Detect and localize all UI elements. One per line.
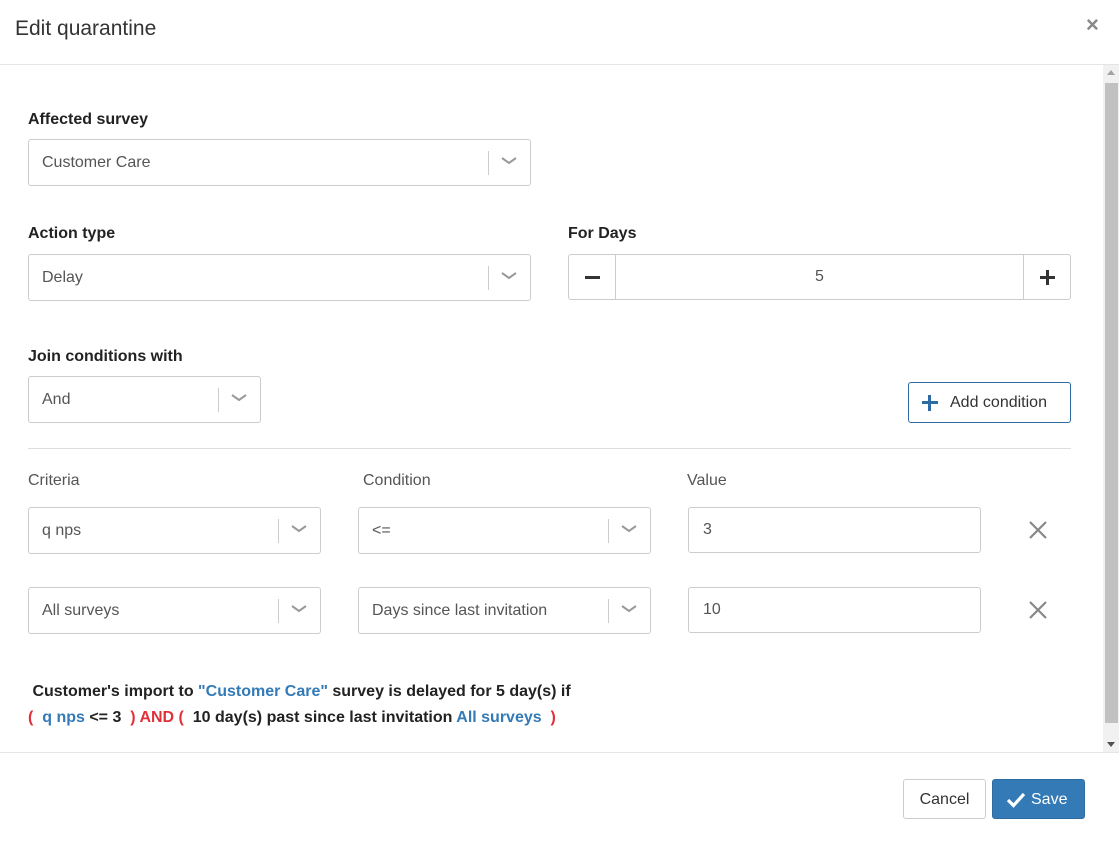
value-input[interactable]: 10 xyxy=(688,587,981,633)
scrollbar[interactable] xyxy=(1103,65,1119,752)
add-condition-button[interactable]: Add condition xyxy=(908,382,1071,423)
select-separator xyxy=(488,151,489,175)
value-column-header: Value xyxy=(687,472,727,489)
condition-value: Days since last invitation xyxy=(372,602,548,619)
decrement-button[interactable] xyxy=(569,255,616,299)
select-separator xyxy=(278,519,279,543)
cancel-button[interactable]: Cancel xyxy=(903,779,986,819)
join-conditions-select[interactable]: And xyxy=(28,376,261,423)
check-icon xyxy=(1006,792,1026,808)
join-conditions-value: And xyxy=(42,391,71,408)
criteria-select[interactable]: q nps xyxy=(28,507,321,554)
affected-survey-select[interactable]: Customer Care xyxy=(28,139,531,186)
dialog-header: Edit quarantine × xyxy=(0,0,1119,65)
summary-paren: ( xyxy=(28,709,43,726)
criteria-value: q nps xyxy=(42,522,82,539)
value-input-text: 3 xyxy=(703,521,712,538)
summary-text: 10 day(s) past since last invitation xyxy=(192,709,457,726)
action-type-value: Delay xyxy=(42,269,83,286)
select-separator xyxy=(608,519,609,543)
chevron-down-icon xyxy=(621,525,637,533)
divider xyxy=(28,448,1071,449)
summary-survey-name: "Customer Care" xyxy=(198,683,328,700)
chevron-down-icon xyxy=(501,272,517,280)
select-separator xyxy=(608,599,609,623)
plus-icon xyxy=(922,395,938,411)
dialog-title: Edit quarantine xyxy=(15,17,157,40)
for-days-label: For Days xyxy=(568,225,637,242)
criteria-value: All surveys xyxy=(42,602,120,619)
condition-select[interactable]: Days since last invitation xyxy=(358,587,651,634)
for-days-value[interactable]: 5 xyxy=(616,268,1023,286)
value-input-text: 10 xyxy=(703,601,721,618)
affected-survey-label: Affected survey xyxy=(28,111,149,128)
condition-value: <= xyxy=(372,522,391,539)
select-separator xyxy=(278,599,279,623)
summary-text: survey is delayed for 5 day(s) if xyxy=(327,683,571,700)
chevron-down-icon xyxy=(501,157,517,165)
summary-surveys: All surveys xyxy=(456,709,542,726)
summary-criteria: q nps xyxy=(42,709,85,726)
add-condition-label: Add condition xyxy=(950,394,1047,411)
value-input[interactable]: 3 xyxy=(688,507,981,553)
summary-and: ) AND ( xyxy=(125,709,193,726)
chevron-down-icon xyxy=(291,605,307,613)
summary-condition: <= 3 xyxy=(84,709,126,726)
chevron-down-icon xyxy=(231,394,247,402)
condition-column-header: Condition xyxy=(363,472,431,489)
action-type-label: Action type xyxy=(28,225,116,242)
action-type-select[interactable]: Delay xyxy=(28,254,531,301)
select-separator xyxy=(488,266,489,290)
cancel-label: Cancel xyxy=(919,791,970,808)
chevron-down-icon xyxy=(291,525,307,533)
summary-paren: ) xyxy=(541,709,556,726)
increment-button[interactable] xyxy=(1023,255,1070,299)
close-icon[interactable]: × xyxy=(1086,14,1099,36)
for-days-stepper: 5 xyxy=(568,254,1071,300)
scroll-thumb[interactable] xyxy=(1105,83,1118,723)
chevron-down-icon xyxy=(621,605,637,613)
remove-condition-icon[interactable] xyxy=(1028,520,1048,540)
join-conditions-label: Join conditions with xyxy=(28,348,183,365)
scroll-down-arrow-icon[interactable] xyxy=(1107,742,1115,747)
affected-survey-value: Customer Care xyxy=(42,154,151,171)
save-button[interactable]: Save xyxy=(992,779,1085,819)
scroll-up-arrow-icon[interactable] xyxy=(1107,70,1115,75)
condition-select[interactable]: <= xyxy=(358,507,651,554)
criteria-select[interactable]: All surveys xyxy=(28,587,321,634)
save-label: Save xyxy=(1031,791,1068,808)
criteria-column-header: Criteria xyxy=(28,472,80,489)
summary-line-1: Customer's import to "Customer Care" sur… xyxy=(28,683,571,701)
summary-line-2: ( q nps <= 3 ) AND ( 10 day(s) past sinc… xyxy=(28,709,556,727)
select-separator xyxy=(218,388,219,412)
remove-condition-icon[interactable] xyxy=(1028,600,1048,620)
summary-text: Customer's import to xyxy=(28,683,199,700)
